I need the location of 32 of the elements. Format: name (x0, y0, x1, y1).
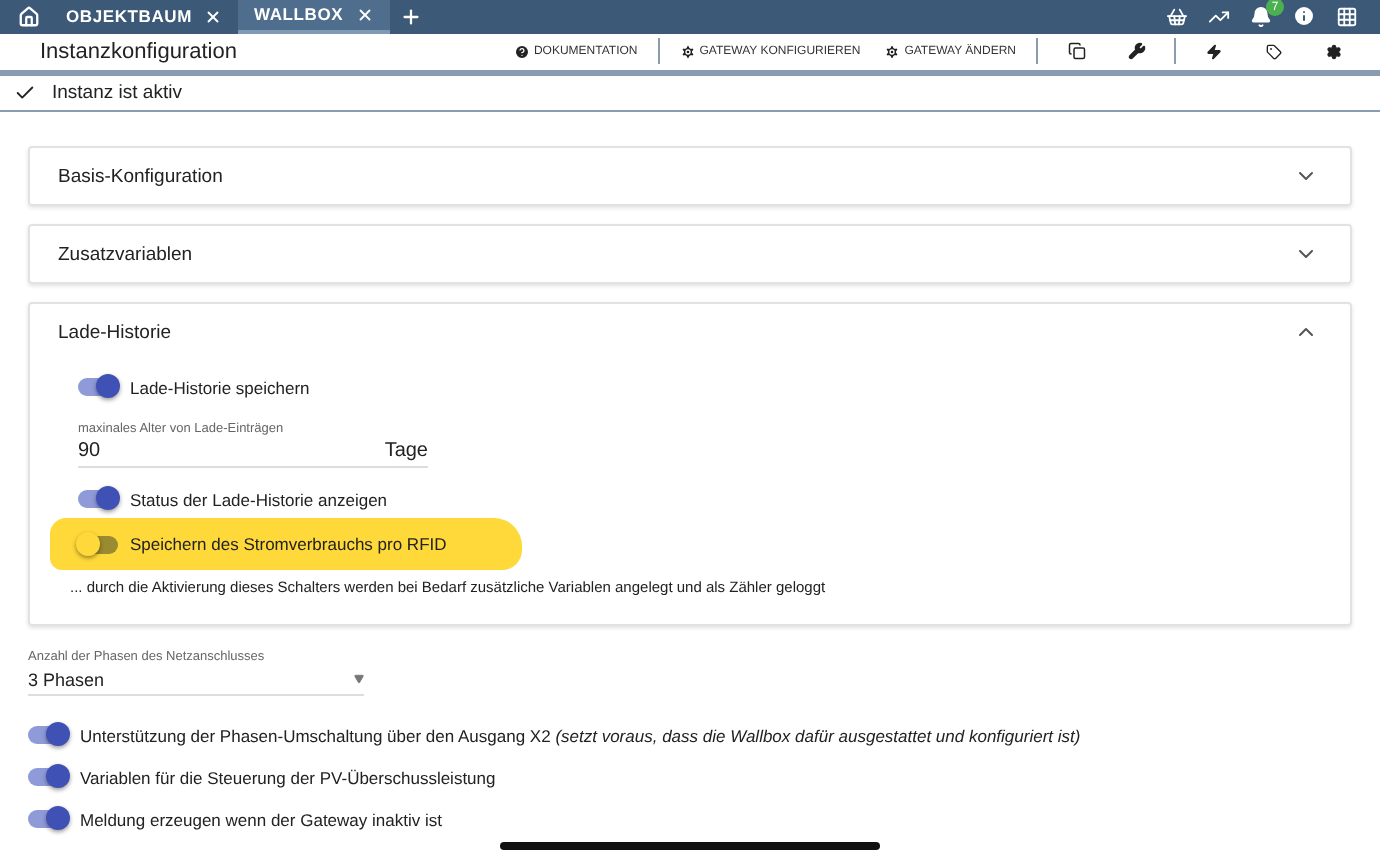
close-icon[interactable] (203, 7, 222, 26)
toggle-switch[interactable] (78, 378, 118, 397)
dropdown-icon (354, 674, 364, 685)
panel-title: Basis-Konfiguration (58, 165, 223, 188)
toggle-switch[interactable] (78, 490, 118, 509)
toggle-switch[interactable] (28, 768, 68, 787)
panel-header[interactable]: Lade-Historie (30, 304, 1350, 361)
switch-label: Status der Lade-Historie anzeigen (130, 489, 388, 510)
close-icon[interactable] (355, 5, 374, 24)
toggle-switch[interactable] (78, 535, 118, 554)
tab[interactable]: OBJEKTBAUM (50, 0, 238, 34)
switch-label: Speichern des Stromverbrauchs pro RFID (130, 534, 447, 555)
switch-label: Unterstützung der Phasen-Umschaltung über den Ausgang X2 (setzt voraus, dass die Wallbox dafür ausgestattet und konfiguriert ist) (80, 725, 1081, 746)
tab[interactable]: WALLBOX (237, 0, 390, 34)
toggle-switch[interactable] (28, 726, 68, 745)
switch-label: Variablen für die Steuerung der PV-Überschussleistung (80, 767, 496, 788)
help-icon (513, 43, 530, 60)
unit-label: Tage (384, 440, 428, 463)
panel-header[interactable]: Zusatzvariablen (30, 226, 1350, 283)
gear-icon (884, 43, 901, 60)
switch-label: Lade-Historie speichern (130, 377, 310, 398)
panel-header[interactable]: Basis-Konfiguration (30, 148, 1350, 205)
gear-icon (679, 43, 696, 60)
bell-icon[interactable] (1250, 5, 1272, 28)
page-title: Instanzkonfiguration (40, 39, 237, 64)
toggle-switch[interactable] (28, 810, 68, 829)
status-text: Instanz ist aktiv (52, 82, 182, 105)
panel-title: Lade-Historie (58, 321, 171, 344)
switch-label: Meldung erzeugen wenn der Gateway inaktiv ist (80, 809, 442, 830)
panel-title: Zusatzvariablen (58, 243, 193, 266)
select-value: 3 Phasen (28, 669, 105, 690)
field-value: 90 (78, 440, 101, 463)
